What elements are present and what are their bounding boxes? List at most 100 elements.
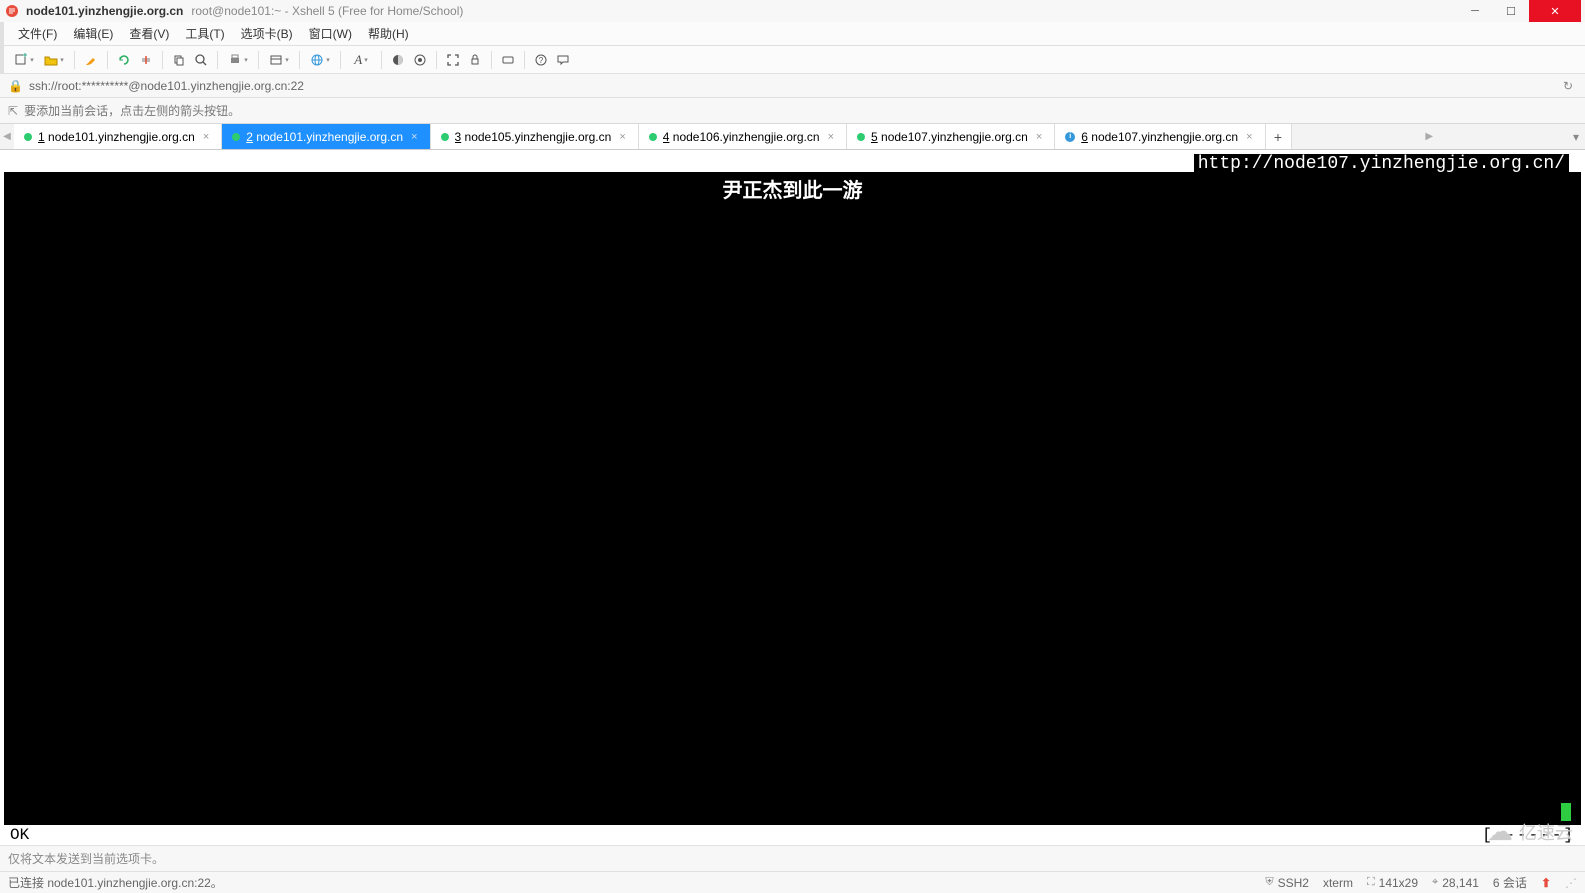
- title-sub: root@node101:~ - Xshell 5 (Free for Home…: [191, 4, 463, 18]
- address-text[interactable]: ssh://root:**********@node101.yinzhengji…: [29, 79, 1553, 93]
- separator: [217, 51, 218, 69]
- menu-edit[interactable]: 编辑(E): [65, 23, 121, 44]
- hint-text: 要添加当前会话，点击左侧的箭头按钮。: [24, 102, 240, 119]
- lock-button[interactable]: [465, 50, 485, 70]
- tab-close-button[interactable]: ×: [1034, 131, 1044, 143]
- window-controls: ─ ☐ ✕: [1457, 0, 1581, 22]
- cursor-pos-icon: ⌖: [1432, 876, 1438, 889]
- minimize-button[interactable]: ─: [1457, 0, 1493, 22]
- menu-tools[interactable]: 工具(T): [177, 23, 232, 44]
- watermark-text: 亿速云: [1519, 819, 1573, 845]
- tab-label: 5 node107.yinzhengjie.org.cn: [871, 130, 1028, 144]
- status-upload-icon[interactable]: ⬆: [1541, 876, 1551, 890]
- terminal-status-line: OK [------]: [4, 825, 1581, 845]
- lock-icon: 🔒: [8, 79, 23, 93]
- menu-tab[interactable]: 选项卡(B): [233, 23, 301, 44]
- separator: [258, 51, 259, 69]
- tab-label: 4 node106.yinzhengjie.org.cn: [663, 130, 820, 144]
- tab-close-button[interactable]: ×: [1244, 131, 1254, 143]
- new-session-button[interactable]: ▾: [10, 50, 38, 70]
- tab-scroll-right[interactable]: ▶: [1422, 124, 1436, 149]
- terminal-ok-text: OK: [10, 826, 29, 844]
- separator: [381, 51, 382, 69]
- info-dot-icon: i: [1065, 132, 1075, 142]
- address-bar: 🔒 ssh://root:**********@node101.yinzheng…: [0, 74, 1585, 98]
- menu-help[interactable]: 帮助(H): [360, 23, 417, 44]
- search-button[interactable]: [191, 50, 211, 70]
- status-protocol: ⛨SSH2: [1265, 876, 1309, 890]
- send-bar[interactable]: 仅将文本发送到当前选项卡。: [0, 845, 1585, 871]
- title-main: node101.yinzhengjie.org.cn: [26, 4, 183, 18]
- session-tab-4[interactable]: 4 node106.yinzhengjie.org.cn ×: [639, 124, 847, 149]
- separator: [162, 51, 163, 69]
- terminal-url-text: http://node107.yinzhengjie.org.cn/: [1194, 154, 1569, 174]
- tab-label: 1 node101.yinzhengjie.org.cn: [38, 130, 195, 144]
- reconnect-button[interactable]: [114, 50, 134, 70]
- session-tab-2[interactable]: 2 node101.yinzhengjie.org.cn ×: [222, 124, 430, 149]
- font-button[interactable]: A▾: [347, 50, 375, 70]
- status-sessions: 6 会话: [1493, 874, 1527, 891]
- close-button[interactable]: ✕: [1529, 0, 1581, 22]
- terminal-banner-text: 尹正杰到此一游: [4, 174, 1581, 204]
- separator: [74, 51, 75, 69]
- separator: [436, 51, 437, 69]
- status-grip-icon: ⋰: [1565, 876, 1577, 890]
- tab-close-button[interactable]: ×: [617, 131, 627, 143]
- tab-close-button[interactable]: ×: [826, 131, 836, 143]
- size-icon: ⛶: [1367, 876, 1375, 889]
- new-tab-button[interactable]: +: [1266, 124, 1292, 149]
- menu-view[interactable]: 查看(V): [121, 23, 177, 44]
- terminal[interactable]: http://node107.yinzhengjie.org.cn/ 尹正杰到此…: [4, 154, 1581, 845]
- comment-button[interactable]: [553, 50, 573, 70]
- open-button[interactable]: ▾: [40, 50, 68, 70]
- session-tab-5[interactable]: 5 node107.yinzhengjie.org.cn ×: [847, 124, 1055, 149]
- status-dot-icon: [441, 133, 449, 141]
- print-button[interactable]: ▾: [224, 50, 252, 70]
- separator: [524, 51, 525, 69]
- script-button[interactable]: [410, 50, 430, 70]
- shield-icon: ⛨: [1265, 876, 1273, 889]
- tab-close-button[interactable]: ×: [409, 131, 419, 143]
- color-scheme-button[interactable]: [388, 50, 408, 70]
- cloud-icon: ☁: [1487, 816, 1513, 847]
- tab-label: 2 node101.yinzhengjie.org.cn: [246, 130, 403, 144]
- status-dot-icon: [232, 133, 240, 141]
- tab-scroll-left[interactable]: ◀: [0, 124, 14, 149]
- highlight-button[interactable]: [81, 50, 101, 70]
- session-tab-bar: ◀ 1 node101.yinzhengjie.org.cn × 2 node1…: [0, 124, 1585, 150]
- status-connection: 已连接 node101.yinzhengjie.org.cn:22。: [8, 874, 223, 891]
- keyboard-button[interactable]: [498, 50, 518, 70]
- session-tab-3[interactable]: 3 node105.yinzhengjie.org.cn ×: [431, 124, 639, 149]
- tab-label: 3 node105.yinzhengjie.org.cn: [455, 130, 612, 144]
- separator: [340, 51, 341, 69]
- status-dot-icon: [649, 133, 657, 141]
- session-tab-1[interactable]: 1 node101.yinzhengjie.org.cn ×: [14, 124, 222, 149]
- tab-close-button[interactable]: ×: [201, 131, 211, 143]
- separator: [491, 51, 492, 69]
- send-bar-text: 仅将文本发送到当前选项卡。: [8, 850, 164, 867]
- terminal-container: http://node107.yinzhengjie.org.cn/ 尹正杰到此…: [0, 150, 1585, 845]
- status-position: ⌖28,141: [1432, 876, 1479, 890]
- properties-button[interactable]: ▾: [265, 50, 293, 70]
- separator: [107, 51, 108, 69]
- help-button[interactable]: ?: [531, 50, 551, 70]
- session-tab-6[interactable]: i 6 node107.yinzhengjie.org.cn ×: [1055, 124, 1265, 149]
- app-icon: [4, 3, 20, 19]
- upload-arrow-icon: ⬆: [1541, 876, 1551, 890]
- tab-label: 6 node107.yinzhengjie.org.cn: [1081, 130, 1238, 144]
- status-term-type: xterm: [1323, 876, 1353, 890]
- menu-file[interactable]: 文件(F): [10, 23, 65, 44]
- menu-window[interactable]: 窗口(W): [301, 23, 360, 44]
- bookmark-arrow-icon[interactable]: ⇱: [8, 104, 18, 118]
- fullscreen-button[interactable]: [443, 50, 463, 70]
- status-size: ⛶141x29: [1367, 876, 1418, 890]
- maximize-button[interactable]: ☐: [1493, 0, 1529, 22]
- globe-button[interactable]: ▾: [306, 50, 334, 70]
- watermark: ☁ 亿速云: [1487, 816, 1573, 847]
- separator: [299, 51, 300, 69]
- disconnect-button[interactable]: [136, 50, 156, 70]
- svg-text:?: ?: [539, 56, 544, 65]
- reconnect-icon[interactable]: ↻: [1559, 79, 1577, 93]
- copy-button[interactable]: [169, 50, 189, 70]
- tab-menu-button[interactable]: ▾: [1567, 124, 1585, 149]
